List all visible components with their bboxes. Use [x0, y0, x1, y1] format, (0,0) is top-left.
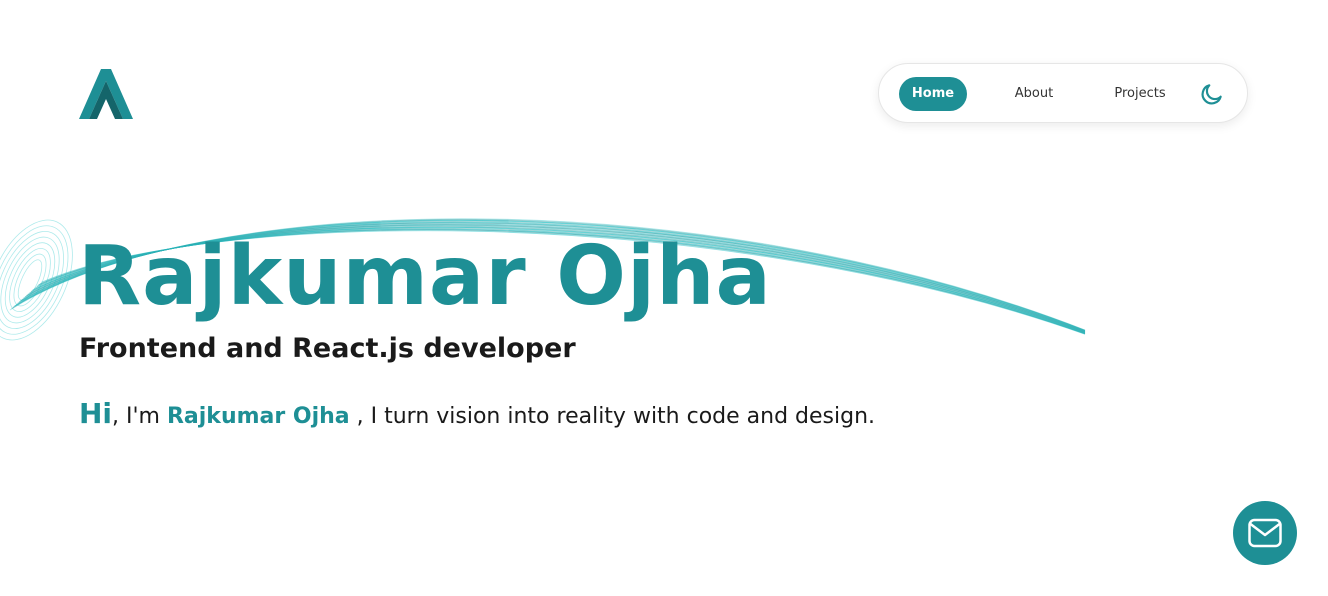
moon-icon[interactable] [1199, 81, 1225, 107]
hero-role-subtitle: Frontend and React.js developer [79, 333, 576, 364]
contact-mail-button[interactable] [1233, 501, 1297, 565]
swoosh-loop [0, 236, 60, 324]
main-navigation: Home About Projects [878, 63, 1248, 123]
intro-prefix: , I'm [112, 404, 167, 429]
swoosh-loop [13, 253, 47, 307]
hero-intro-text: Hi, I'm Rajkumar Ojha , I turn vision in… [79, 398, 879, 433]
swoosh-loop [0, 225, 69, 335]
nav-about-link[interactable]: About [999, 77, 1069, 111]
intro-name-highlight: Rajkumar Ojha [166, 404, 350, 429]
portfolio-page: Home About Projects Rajkumar Ojha Fronte… [0, 0, 1328, 596]
letter-a-logo-icon[interactable] [79, 67, 133, 121]
swoosh-loop [9, 248, 51, 312]
hero-name-heading: Rajkumar Ojha [78, 229, 772, 324]
nav-home-link[interactable]: Home [899, 77, 967, 111]
nav-projects-link[interactable]: Projects [1105, 77, 1175, 111]
swoosh-loop [17, 259, 43, 301]
intro-greeting: Hi [79, 397, 113, 430]
intro-suffix: , I turn vision into reality with code a… [349, 404, 876, 429]
swoosh-loop [0, 219, 73, 341]
swoosh-loop [4, 242, 56, 318]
swoosh-loop [0, 231, 64, 329]
mail-icon [1248, 518, 1282, 548]
